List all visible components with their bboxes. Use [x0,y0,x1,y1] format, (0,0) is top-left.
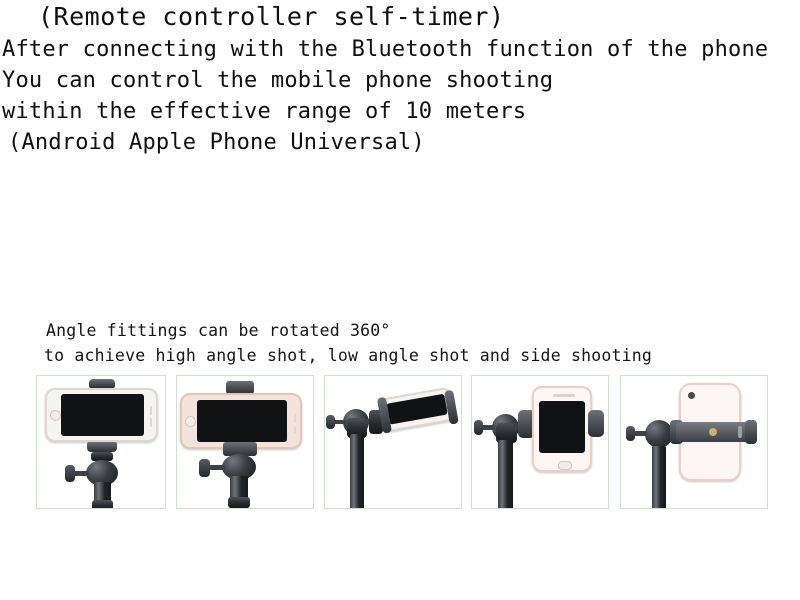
caption-block: Angle fittings can be rotated 360° to ac… [0,318,800,368]
gallery-panel-2 [176,375,314,509]
headline-line-3: within the effective range of 10 meters [2,99,527,124]
panel-2-illustration [177,376,313,508]
gallery-panel-4 [471,375,609,509]
gallery-panel-3 [324,375,462,509]
phone-portrait-side-shot [532,386,592,472]
panel-1-illustration [37,376,165,508]
phone-white-landscape [45,388,158,442]
panel-5-illustration [621,376,767,508]
headline-line-4: (Android Apple Phone Universal) [8,130,425,155]
phone-gold-landscape [180,393,302,449]
product-image-gallery [0,375,800,511]
headline-line-2: You can control the mobile phone shootin… [2,68,554,93]
caption-line-1: Angle fittings can be rotated 360° [46,321,391,340]
headline-block: (Remote controller self-timer) After con… [0,0,800,158]
panel-4-illustration [472,376,608,508]
page-title: (Remote controller self-timer) [38,2,505,31]
gallery-panel-1 [36,375,166,509]
gallery-panel-5 [620,375,768,509]
panel-3-illustration [325,376,461,508]
headline-line-1: After connecting with the Bluetooth func… [2,37,769,62]
caption-line-2: to achieve high angle shot, low angle sh… [44,346,653,365]
